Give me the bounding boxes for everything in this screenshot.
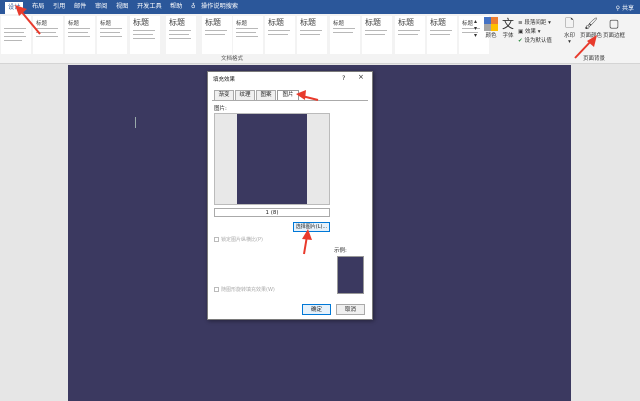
style-thumb-5[interactable]: 标题 [166,16,196,54]
checkbox-box [214,237,219,242]
checkmark-icon: ✔ [518,38,523,44]
style-thumb-1[interactable]: 标题 [33,16,63,54]
help-icon[interactable]: ? [342,74,345,82]
checkbox-box [214,287,219,292]
share-button[interactable]: ⚲ 共享 [616,3,634,12]
tab-view[interactable]: 视图 [116,3,128,11]
tab-review[interactable]: 审阅 [95,3,107,11]
tab-developer[interactable]: 开发工具 [137,3,162,11]
style-thumb-3[interactable]: 标题 [97,16,127,54]
watermark-button[interactable]: 🗋 水印 ▾ [564,17,575,45]
watermark-label: 水印 [564,33,576,39]
share-label: 共享 [621,5,634,12]
group-label-page-background: 页面背景 [583,56,606,62]
picture-label: 图片: [214,106,227,112]
paragraph-spacing-icon: ≡ [518,20,523,26]
fonts-label: 字体 [502,33,514,39]
tab-help[interactable]: 帮助 [170,3,182,11]
paragraph-spacing-label: 段落间距 [524,20,547,26]
paragraph-spacing-button[interactable]: ≡ 段落间距 ▾ [518,18,551,26]
set-default-button[interactable]: ✔ 设为默认值 [518,36,552,44]
tab-divider [212,100,368,101]
page-color-icon: 🖌 [584,17,598,30]
tab-mailings[interactable]: 邮件 [74,3,86,11]
tab-references[interactable]: 引用 [53,3,65,11]
style-thumb-8[interactable]: 标题 [265,16,295,54]
person-icon: ⚲ [615,5,621,12]
picture-name: 1 (8) [214,208,330,217]
page-color-button[interactable]: 🖌 页面颜色 ▾ [580,17,602,45]
cancel-button[interactable]: 取消 [336,304,365,315]
palette-icon [484,17,498,31]
tell-me-search[interactable]: 操作说明搜索 [201,3,238,11]
picture-preview [214,113,330,205]
page-borders-button[interactable]: ▢ 页面边框 [603,17,625,39]
dialog-title: 填充效果 [213,77,236,83]
lock-aspect-label: 锁定图片纵横比(P) [221,237,263,243]
rotate-with-shape-checkbox[interactable]: 随图形旋转填充效果(W) [214,286,275,293]
tab-texture[interactable]: 纹理 [235,90,255,100]
tab-design[interactable]: 设计 [5,2,24,14]
picture-preview-image [237,114,307,204]
style-thumb-13[interactable]: 标题 [427,16,457,54]
ribbon: 标题 标题 标题 标题 标题 标题 标题 标题 标题 标题 标题 标题 标题 标… [0,14,640,64]
colors-button[interactable]: 颜色 [484,17,498,39]
style-thumb-2[interactable]: 标题 [65,16,95,54]
watermark-icon: 🗋 [565,17,574,30]
set-default-label: 设为默认值 [524,38,552,44]
group-label-document-formatting: 文档格式 [221,56,244,62]
style-thumb-10[interactable]: 标题 [330,16,360,54]
style-thumb-7[interactable]: 标题 [233,16,263,54]
effects-label: 效果 [524,29,536,35]
close-icon[interactable]: × [358,73,364,81]
effects-button[interactable]: ▣ 效果 ▾ [518,27,540,35]
rotate-with-shape-label: 随图形旋转填充效果(W) [221,287,275,293]
tab-gradient[interactable]: 渐变 [214,90,234,100]
text-cursor [135,117,136,128]
ok-button[interactable]: 确定 [302,304,331,315]
ribbon-tab-bar: 设计 布局 引用 邮件 审阅 视图 开发工具 帮助 ♁ 操作说明搜索 ⚲ 共享 [0,0,640,14]
style-thumb-11[interactable]: 标题 [362,16,392,54]
style-thumb-4[interactable]: 标题 [130,16,160,54]
page-borders-icon: ▢ [608,17,620,30]
style-thumb-6[interactable]: 标题 [202,16,232,54]
lightbulb-icon: ♁ [191,3,196,10]
sample-preview [337,256,364,294]
effects-icon: ▣ [518,29,524,35]
tab-pattern[interactable]: 图案 [256,90,276,100]
page-borders-label: 页面边框 [603,33,626,39]
style-thumb-9[interactable]: 标题 [297,16,327,54]
select-picture-button[interactable]: 选择图片(L)... [293,222,330,232]
tab-layout[interactable]: 布局 [32,3,44,11]
sample-label: 示例: [334,248,347,254]
page-color-label: 页面颜色 [580,33,603,39]
gallery-more-icon[interactable]: ▴ ▾ ▾ [474,18,477,39]
fonts-icon: 文 [502,17,515,31]
fill-effects-dialog: 填充效果 ? × 渐变 纹理 图案 图片 图片: 1 (8) 选择图片(L)..… [207,71,373,320]
fonts-button[interactable]: 文 字体 [502,17,514,39]
style-thumb-0[interactable] [1,16,31,54]
lock-aspect-checkbox[interactable]: 锁定图片纵横比(P) [214,236,263,243]
colors-label: 颜色 [485,33,497,39]
style-thumb-12[interactable]: 标题 [395,16,425,54]
